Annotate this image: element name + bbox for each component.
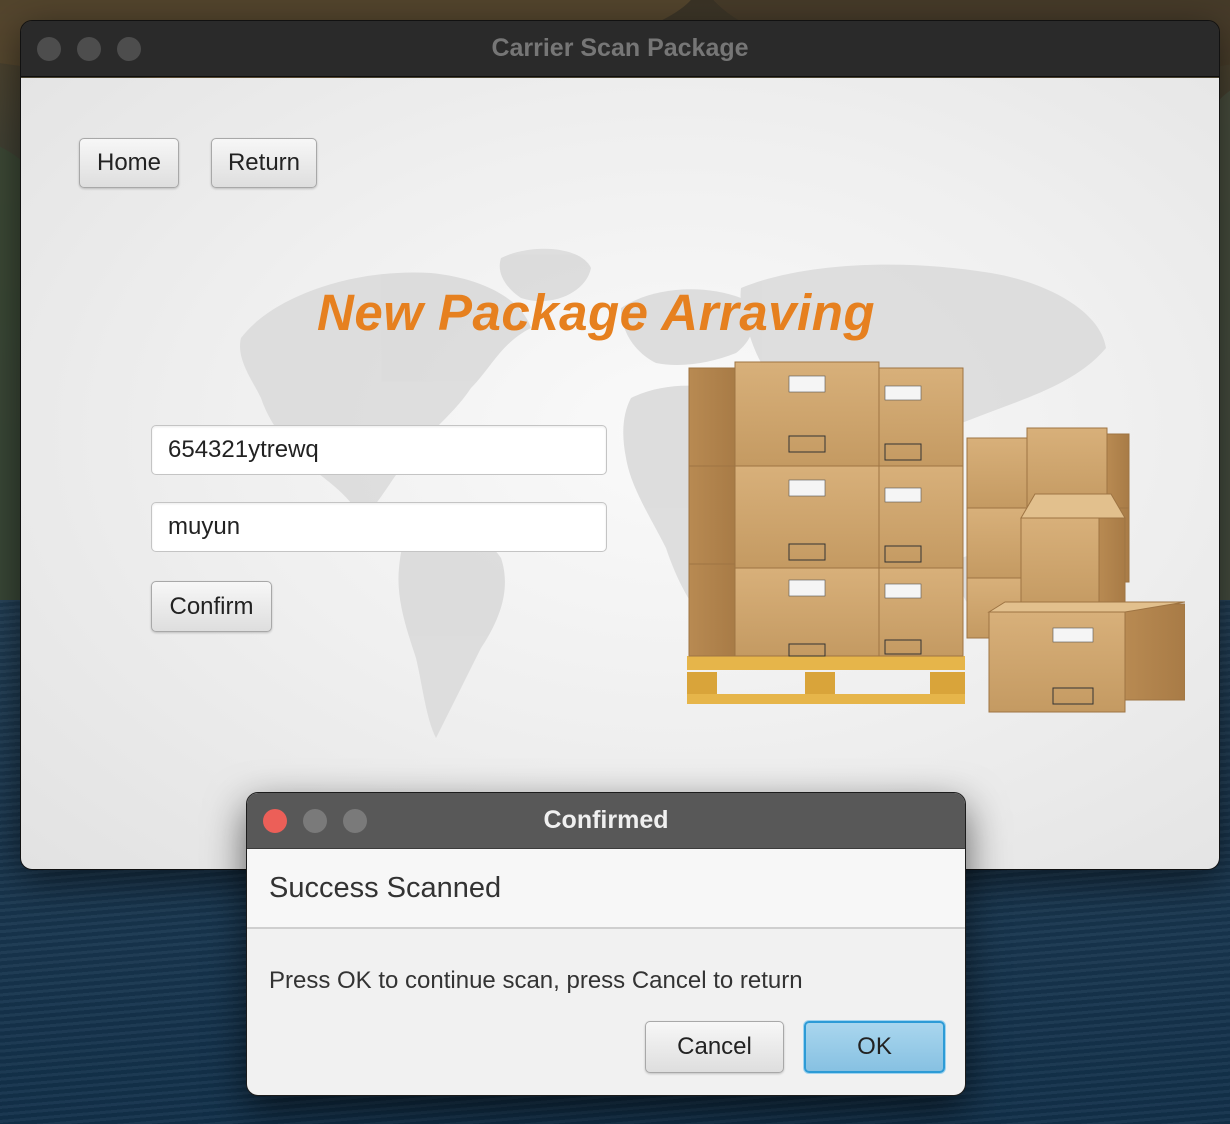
cancel-button[interactable]: Cancel [645, 1021, 784, 1073]
dialog-header: Success Scanned [247, 849, 965, 929]
return-button[interactable]: Return [211, 138, 317, 188]
confirm-dialog: Confirmed Success Scanned Press OK to co… [246, 792, 966, 1096]
carrier-name-input[interactable]: muyun [151, 502, 607, 552]
window-content: Home Return New Package Arraving 654321y… [21, 78, 1219, 869]
page-headline: New Package Arraving [317, 284, 876, 341]
dialog-message: Press OK to continue scan, press Cancel … [269, 967, 803, 994]
window-titlebar: Carrier Scan Package [21, 21, 1219, 77]
package-id-input[interactable]: 654321ytrewq [151, 425, 607, 475]
cardboard-boxes-pallet-graphic [687, 361, 1185, 713]
dialog-title: Confirmed [543, 806, 669, 834]
home-button[interactable]: Home [79, 138, 179, 188]
confirm-button[interactable]: Confirm [151, 581, 272, 632]
window-title: Carrier Scan Package [491, 34, 749, 62]
dialog-titlebar: Confirmed [247, 793, 965, 849]
main-window: Carrier Scan Package Home Return New Pac… [20, 20, 1220, 870]
ok-button[interactable]: OK [804, 1021, 945, 1073]
